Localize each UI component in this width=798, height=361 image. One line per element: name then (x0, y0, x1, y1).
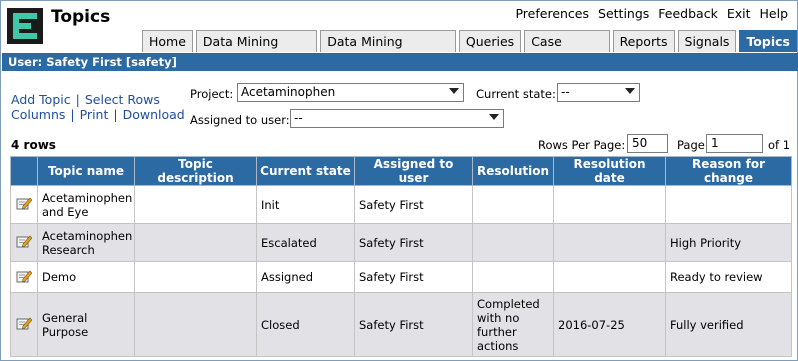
cell-topic-name: Demo (37, 261, 135, 293)
current-state-label: Current state: (476, 87, 556, 101)
cell-reason-for-change: High Priority (665, 223, 792, 262)
download-link[interactable]: Download (123, 107, 185, 122)
edit-icon[interactable] (16, 234, 32, 248)
chevron-down-icon (489, 114, 499, 120)
top-links: Preferences Settings Feedback Exit Help (515, 6, 788, 21)
column-header-resolution-date[interactable]: Resolution date (553, 156, 666, 186)
row-edit-cell[interactable] (10, 185, 38, 224)
columns-link[interactable]: Columns (11, 107, 65, 122)
preferences-link[interactable]: Preferences (515, 6, 589, 21)
row-count: 4 rows (11, 138, 56, 152)
select-rows-link[interactable]: Select Rows (85, 92, 160, 107)
assigned-to-user-select[interactable]: -- (290, 109, 504, 128)
cell-resolution (472, 185, 554, 224)
exit-link[interactable]: Exit (727, 6, 751, 21)
table-row[interactable]: Demo Assigned Safety First Ready to revi… (10, 261, 792, 293)
tab-reports[interactable]: Reports (612, 30, 675, 52)
settings-link[interactable]: Settings (598, 6, 649, 21)
app-title: Topics (51, 7, 111, 27)
table-header-row: Topic name Topic description Current sta… (10, 156, 792, 186)
cell-resolution (472, 223, 554, 262)
cell-current-state: Closed (256, 292, 355, 357)
separator: | (70, 107, 75, 122)
column-header-reason-for-change[interactable]: Reason for change (665, 156, 792, 186)
cell-current-state: Init (256, 185, 355, 224)
page-label: Page (677, 138, 705, 152)
chevron-down-icon (625, 88, 635, 94)
cell-assigned-to-user: Safety First (354, 292, 473, 357)
chevron-down-icon (449, 88, 459, 94)
cell-resolution-date (553, 261, 666, 293)
page-count-label: of 1 (768, 138, 791, 152)
edit-icon[interactable] (16, 316, 32, 330)
cell-resolution (472, 261, 554, 293)
tab-queries[interactable]: Queries (458, 30, 522, 52)
cell-topic-name: Acetaminophen Research (37, 223, 135, 262)
rows-per-page-input[interactable]: 50 (627, 134, 668, 153)
page-input[interactable]: 1 (706, 134, 763, 153)
row-edit-cell[interactable] (10, 223, 38, 262)
tab-case-series[interactable]: Case Series (524, 30, 610, 70)
table-row[interactable]: Acetaminophen and Eye Init Safety First (10, 185, 792, 224)
rows-per-page-label: Rows Per Page: (538, 138, 626, 152)
cell-topic-description (134, 292, 257, 357)
cell-assigned-to-user: Safety First (354, 185, 473, 224)
help-link[interactable]: Help (760, 6, 789, 21)
cell-resolution: Completed with no further actions (472, 292, 554, 357)
project-label: Project: (190, 87, 234, 101)
add-topic-link[interactable]: Add Topic (11, 92, 71, 107)
cell-resolution-date (553, 223, 666, 262)
cell-reason-for-change: Fully verified (665, 292, 792, 357)
separator: | (75, 92, 80, 107)
assigned-to-user-select-value: -- (294, 111, 303, 125)
project-select[interactable]: Acetaminophen (237, 83, 464, 102)
column-header-icon (10, 156, 38, 186)
column-header-topic-name[interactable]: Topic name (37, 156, 135, 186)
table-row[interactable]: Acetaminophen Research Escalated Safety … (10, 223, 792, 262)
cell-reason-for-change (665, 185, 792, 224)
current-state-select-value: -- (561, 85, 570, 99)
cell-resolution-date: 2016-07-25 (553, 292, 666, 357)
tab-data-mining-results[interactable]: Data Mining Results (320, 30, 456, 70)
edit-icon[interactable] (16, 196, 32, 210)
cell-current-state: Escalated (256, 223, 355, 262)
cell-reason-for-change: Ready to review (665, 261, 792, 293)
app-window: Topics Preferences Settings Feedback Exi… (0, 0, 798, 361)
tab-home[interactable]: Home (142, 30, 193, 52)
user-bar: User: Safety First [safety] (2, 53, 798, 71)
edit-icon[interactable] (16, 269, 32, 283)
column-header-current-state[interactable]: Current state (256, 156, 355, 186)
current-state-select[interactable]: -- (557, 83, 640, 102)
cell-assigned-to-user: Safety First (354, 261, 473, 293)
cell-assigned-to-user: Safety First (354, 223, 473, 262)
cell-current-state: Assigned (256, 261, 355, 293)
app-logo-icon (7, 8, 43, 44)
tab-data-mining-runs[interactable]: Data Mining Runs (195, 30, 318, 70)
assigned-to-user-label: Assigned to user: (190, 113, 290, 127)
tab-topics[interactable]: Topics (739, 30, 797, 52)
row-edit-cell[interactable] (10, 292, 38, 357)
action-links: Add Topic | Select Rows Columns | Print | Down… (11, 92, 185, 122)
cell-topic-description (134, 223, 257, 262)
feedback-link[interactable]: Feedback (658, 6, 718, 21)
tab-signals[interactable]: Signals (677, 30, 737, 52)
cell-topic-name: Acetaminophen and Eye (37, 185, 135, 224)
column-header-topic-description[interactable]: Topic description (134, 156, 257, 186)
column-header-assigned-to-user[interactable]: Assigned to user (354, 156, 473, 186)
cell-topic-name: General Purpose (37, 292, 135, 357)
row-edit-cell[interactable] (10, 261, 38, 293)
print-link[interactable]: Print (80, 107, 109, 122)
column-header-resolution[interactable]: Resolution (472, 156, 554, 186)
table-row[interactable]: General Purpose Closed Safety First Comp… (10, 292, 792, 357)
cell-topic-description (134, 261, 257, 293)
separator: | (113, 107, 118, 122)
cell-topic-description (134, 185, 257, 224)
cell-resolution-date (553, 185, 666, 224)
main-tabs: Home Data Mining Runs Data Mining Result… (142, 30, 797, 70)
topics-table: Topic name Topic description Current sta… (10, 156, 792, 357)
project-select-value: Acetaminophen (241, 85, 336, 99)
